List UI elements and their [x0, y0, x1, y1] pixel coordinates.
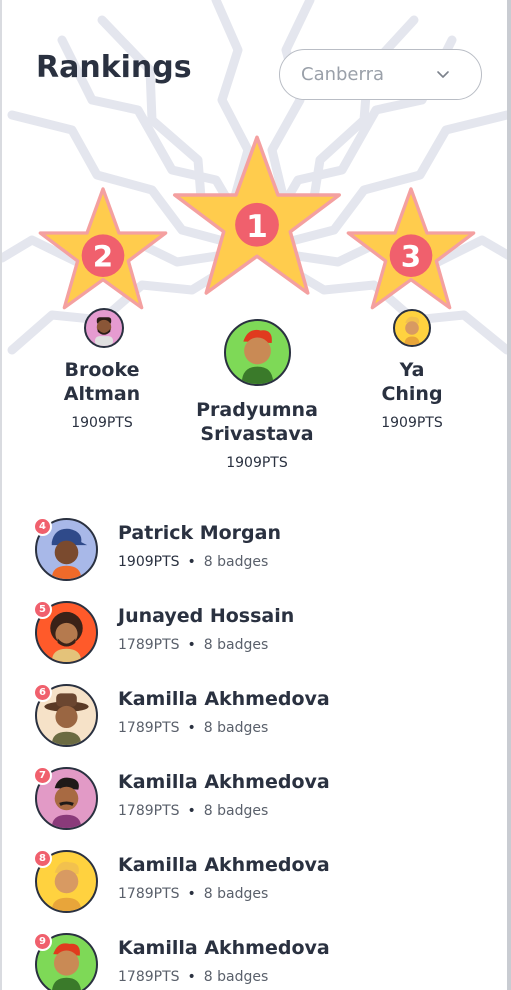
rank-2-star-icon: 2: [38, 187, 168, 310]
player-name: Kamilla Akhmedova: [118, 688, 330, 710]
podium-name-rank-1: Pradyumna Srivastava: [196, 399, 318, 445]
rank-1-star-icon: 1: [173, 135, 341, 295]
avatar-boy-red-hair-icon: [241, 329, 274, 384]
rank-2-number: 2: [93, 239, 113, 273]
podium-points-rank-1: 1909PTS: [226, 455, 288, 471]
player-name: Kamilla Akhmedova: [118, 854, 330, 876]
player-points: 1789PTS: [118, 637, 180, 653]
avatar[interactable]: [224, 319, 291, 386]
avatar-man-beard-icon: [95, 317, 113, 346]
player-name: Patrick Morgan: [118, 522, 281, 544]
player-points: 1789PTS: [118, 803, 180, 819]
player-badges: 8 badges: [203, 886, 269, 902]
rank-badge: 4: [33, 517, 52, 536]
player-meta: 1789PTS • 8 badges: [118, 720, 268, 736]
podium-points-rank-2: 1909PTS: [71, 415, 133, 431]
list-item[interactable]: 8 Kamilla Akhmedova 1789PTS • 8 badges: [2, 840, 507, 923]
player-badges: 8 badges: [203, 554, 269, 570]
separator-dot-icon: •: [187, 554, 196, 570]
separator-dot-icon: •: [187, 886, 196, 902]
rank-badge: 6: [33, 683, 52, 702]
list-item[interactable]: 4 Patrick Morgan 1909PTS • 8 badges: [2, 508, 507, 591]
list-item[interactable]: 7 Kamilla Akhmedova 1789PTS • 8 badges: [2, 757, 507, 840]
separator-dot-icon: •: [187, 637, 196, 653]
rankings-screen: Rankings Canberra 2 1 3 Brooke Altman 19…: [0, 0, 511, 990]
podium-points-rank-3: 1909PTS: [381, 415, 443, 431]
avatar[interactable]: [84, 308, 124, 348]
podium-name-rank-3: Ya Ching: [381, 359, 443, 405]
player-meta: 1789PTS • 8 badges: [118, 637, 268, 653]
avatar[interactable]: [393, 309, 431, 347]
rank-badge: 5: [33, 600, 52, 619]
ranking-list: 4 Patrick Morgan 1909PTS • 8 badges 5 Ju…: [2, 508, 507, 990]
separator-dot-icon: •: [187, 803, 196, 819]
separator-dot-icon: •: [187, 720, 196, 736]
rank-badge: 8: [33, 849, 52, 868]
player-name: Kamilla Akhmedova: [118, 937, 330, 959]
player-meta: 1909PTS • 8 badges: [118, 554, 268, 570]
player-badges: 8 badges: [203, 969, 269, 985]
rank-3-star-icon: 3: [346, 187, 476, 310]
player-badges: 8 badges: [203, 720, 269, 736]
page-title: Rankings: [36, 50, 192, 85]
list-item[interactable]: 9 Kamilla Akhmedova 1789PTS • 8 badges: [2, 923, 507, 990]
player-points: 1789PTS: [118, 969, 180, 985]
player-name: Kamilla Akhmedova: [118, 771, 330, 793]
rank-badge: 7: [33, 766, 52, 785]
player-meta: 1789PTS • 8 badges: [118, 803, 268, 819]
player-points: 1909PTS: [118, 554, 180, 570]
player-badges: 8 badges: [203, 637, 269, 653]
player-points: 1789PTS: [118, 720, 180, 736]
city-dropdown-value: Canberra: [301, 64, 385, 85]
player-points: 1789PTS: [118, 886, 180, 902]
rank-badge: 9: [33, 932, 52, 951]
player-meta: 1789PTS • 8 badges: [118, 969, 268, 985]
podium-name-rank-2: Brooke Altman: [63, 359, 141, 405]
avatar-boy-blond-icon: [404, 316, 420, 345]
list-item[interactable]: 6 Kamilla Akhmedova 1789PTS • 8 badges: [2, 674, 507, 757]
chevron-down-icon: [437, 71, 449, 78]
city-dropdown[interactable]: Canberra: [279, 49, 482, 100]
rank-1-number: 1: [246, 209, 268, 245]
player-name: Junayed Hossain: [118, 605, 295, 627]
rank-3-number: 3: [401, 239, 421, 273]
separator-dot-icon: •: [187, 969, 196, 985]
player-badges: 8 badges: [203, 803, 269, 819]
list-item[interactable]: 5 Junayed Hossain 1789PTS • 8 badges: [2, 591, 507, 674]
player-meta: 1789PTS • 8 badges: [118, 886, 268, 902]
